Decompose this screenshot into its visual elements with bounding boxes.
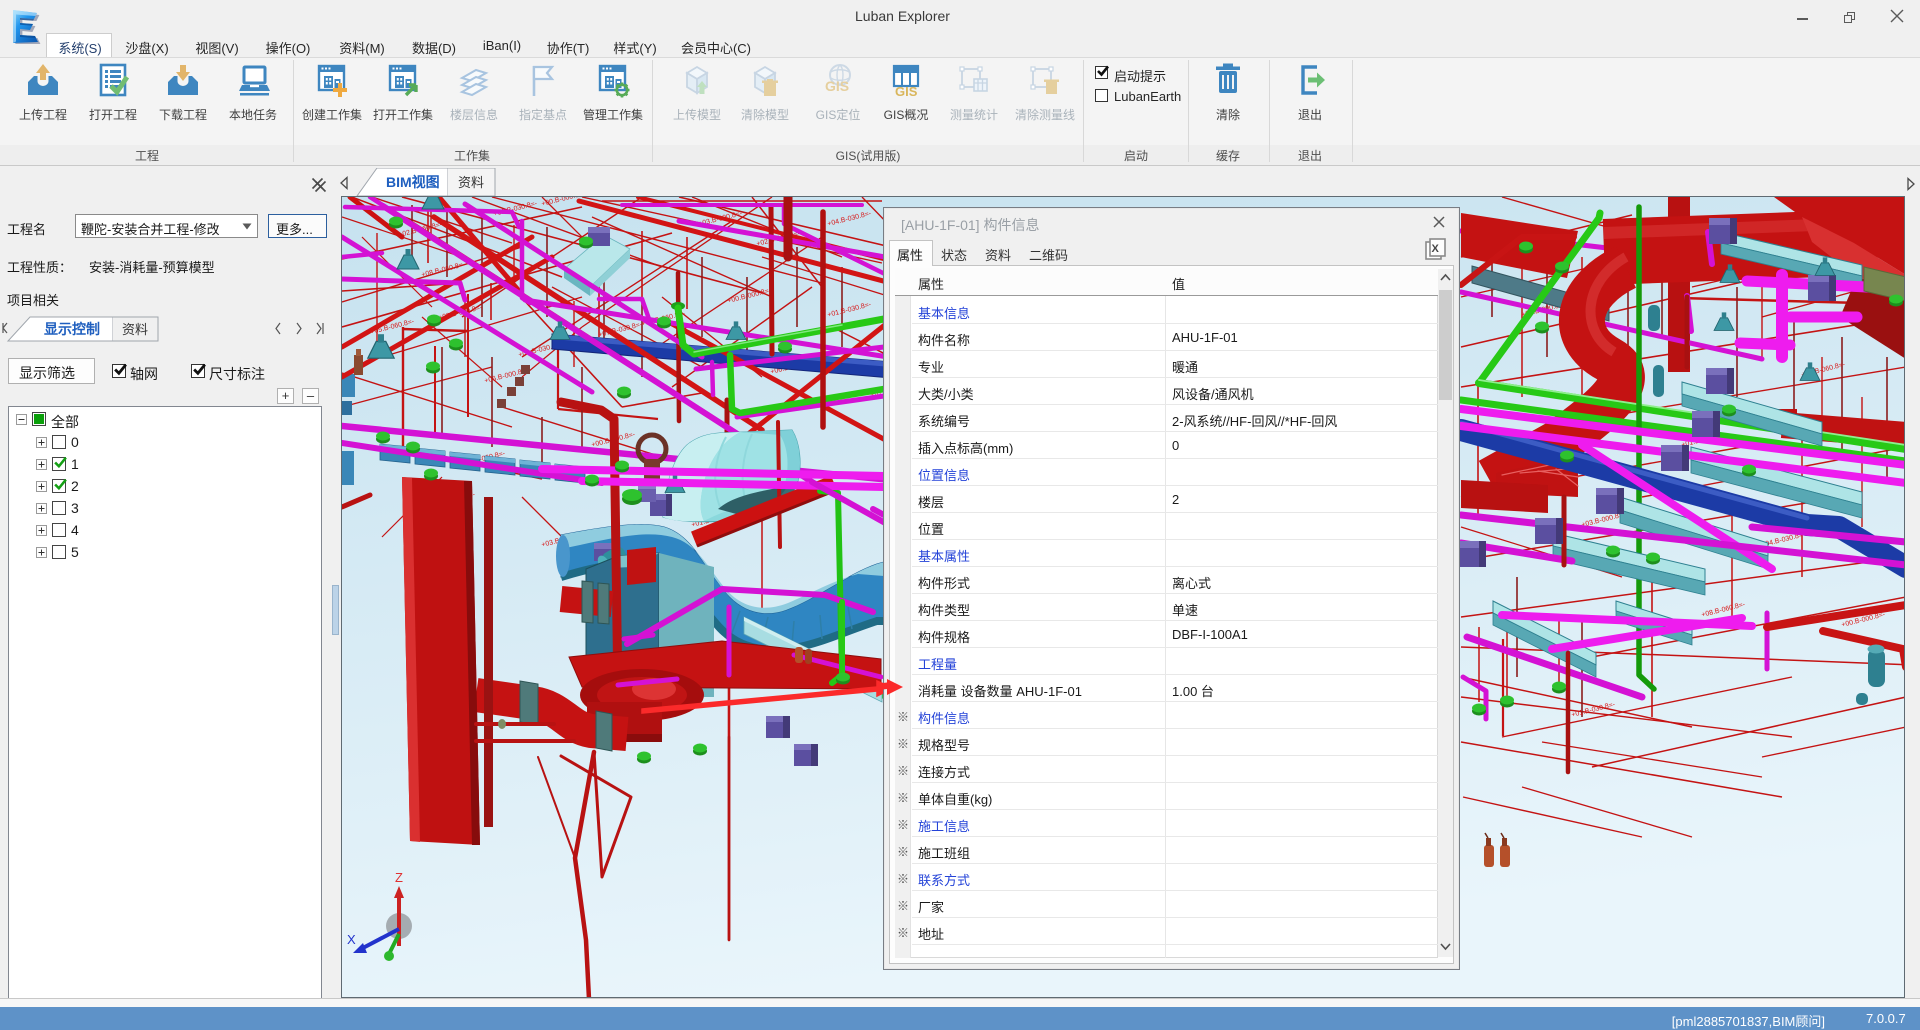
svg-text:X: X <box>1432 243 1440 255</box>
svg-text:GIS: GIS <box>895 84 918 99</box>
svg-text:X: X <box>347 932 356 947</box>
svg-text:GIS: GIS <box>825 78 849 94</box>
svg-text:BIM视图: BIM视图 <box>386 174 440 190</box>
svg-text:显示控制: 显示控制 <box>44 321 100 337</box>
svg-text:Z: Z <box>395 870 403 885</box>
svg-text:资料: 资料 <box>458 175 484 190</box>
svg-text:资料: 资料 <box>122 322 148 337</box>
